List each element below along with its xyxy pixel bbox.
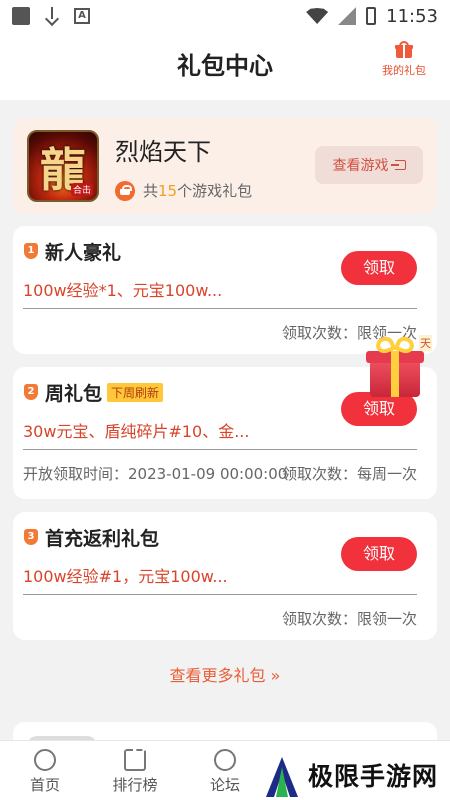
header: 礼包中心 我的礼包: [0, 32, 450, 100]
game-card: 龍 合击 烈焰天下 共 15 个游戏礼包 查看游戏: [13, 118, 437, 214]
nav-label: 首页: [29, 776, 60, 794]
open-time: 开放领取时间：2023-01-09 00:00:00: [23, 465, 288, 483]
floating-gift-icon[interactable]: 天: [362, 333, 432, 401]
home-icon: [34, 749, 56, 771]
divider: [23, 449, 417, 450]
status-time: 11:53: [386, 5, 438, 27]
divider: [23, 594, 417, 595]
signal-icon: [338, 7, 357, 25]
count-suffix: 个游戏礼包: [177, 182, 253, 200]
game-icon-tag: 合击: [70, 183, 93, 196]
gift-icon: [395, 41, 413, 58]
battery-icon: [366, 7, 377, 25]
pack-desc: 100w经验*1、元宝100w...: [23, 281, 223, 300]
nav-ranking[interactable]: 排行榜: [90, 741, 180, 800]
watermark-logo-icon: [262, 753, 302, 797]
nav-label: 论坛: [209, 776, 240, 794]
pack-title: 周礼包: [45, 383, 103, 405]
refresh-tag: 下周刷新: [107, 383, 164, 402]
watermark-text: 极限手游网: [308, 762, 439, 791]
planet-icon: [214, 749, 236, 771]
claim-limit: 领取次数：限领一次: [281, 610, 417, 628]
wifi-icon: [306, 8, 329, 24]
pack-card: 3 首充返利礼包 100w经验#1，元宝100w... 领取 领取次数：限领一次: [13, 512, 437, 640]
count-prefix: 共: [143, 182, 159, 200]
watermark: 极限手游网: [262, 752, 450, 798]
crown-icon: [124, 749, 146, 771]
rank-badge: 2: [24, 384, 38, 400]
claim-button[interactable]: 领取: [341, 251, 417, 285]
floating-gift-tag: 天: [419, 335, 432, 351]
divider: [23, 308, 417, 309]
notification-square-icon: [12, 7, 30, 25]
my-gifts-label: 我的礼包: [382, 64, 426, 77]
view-game-button[interactable]: 查看游戏: [315, 146, 423, 184]
game-icon[interactable]: 龍 合击: [27, 130, 99, 202]
exit-icon: [390, 160, 406, 170]
game-name: 烈焰天下: [115, 138, 211, 166]
claim-button[interactable]: 领取: [341, 537, 417, 571]
count-number: 15: [158, 181, 178, 200]
nav-label: 排行榜: [112, 776, 158, 794]
status-bar: A 11:53: [0, 0, 450, 32]
view-more-link[interactable]: 查看更多礼包 »: [0, 662, 450, 686]
basket-icon: [115, 180, 135, 201]
pack-desc: 30w元宝、盾纯碎片#10、金...: [23, 422, 250, 441]
rank-badge: 1: [24, 243, 38, 259]
pack-title: 首充返利礼包: [45, 528, 160, 550]
pack-title: 新人豪礼: [45, 242, 122, 264]
download-icon: [44, 7, 60, 25]
rank-badge: 3: [24, 529, 38, 545]
claim-limit: 领取次数：每周一次: [281, 465, 417, 483]
nav-forum[interactable]: 论坛: [180, 741, 270, 800]
nav-home[interactable]: 首页: [0, 741, 90, 800]
game-pack-count: 共 15 个游戏礼包: [115, 180, 252, 201]
pack-desc: 100w经验#1，元宝100w...: [23, 567, 228, 586]
view-game-label: 查看游戏: [332, 158, 389, 174]
app-notification-icon: A: [74, 8, 90, 24]
my-gifts-button[interactable]: 我的礼包: [376, 41, 432, 78]
